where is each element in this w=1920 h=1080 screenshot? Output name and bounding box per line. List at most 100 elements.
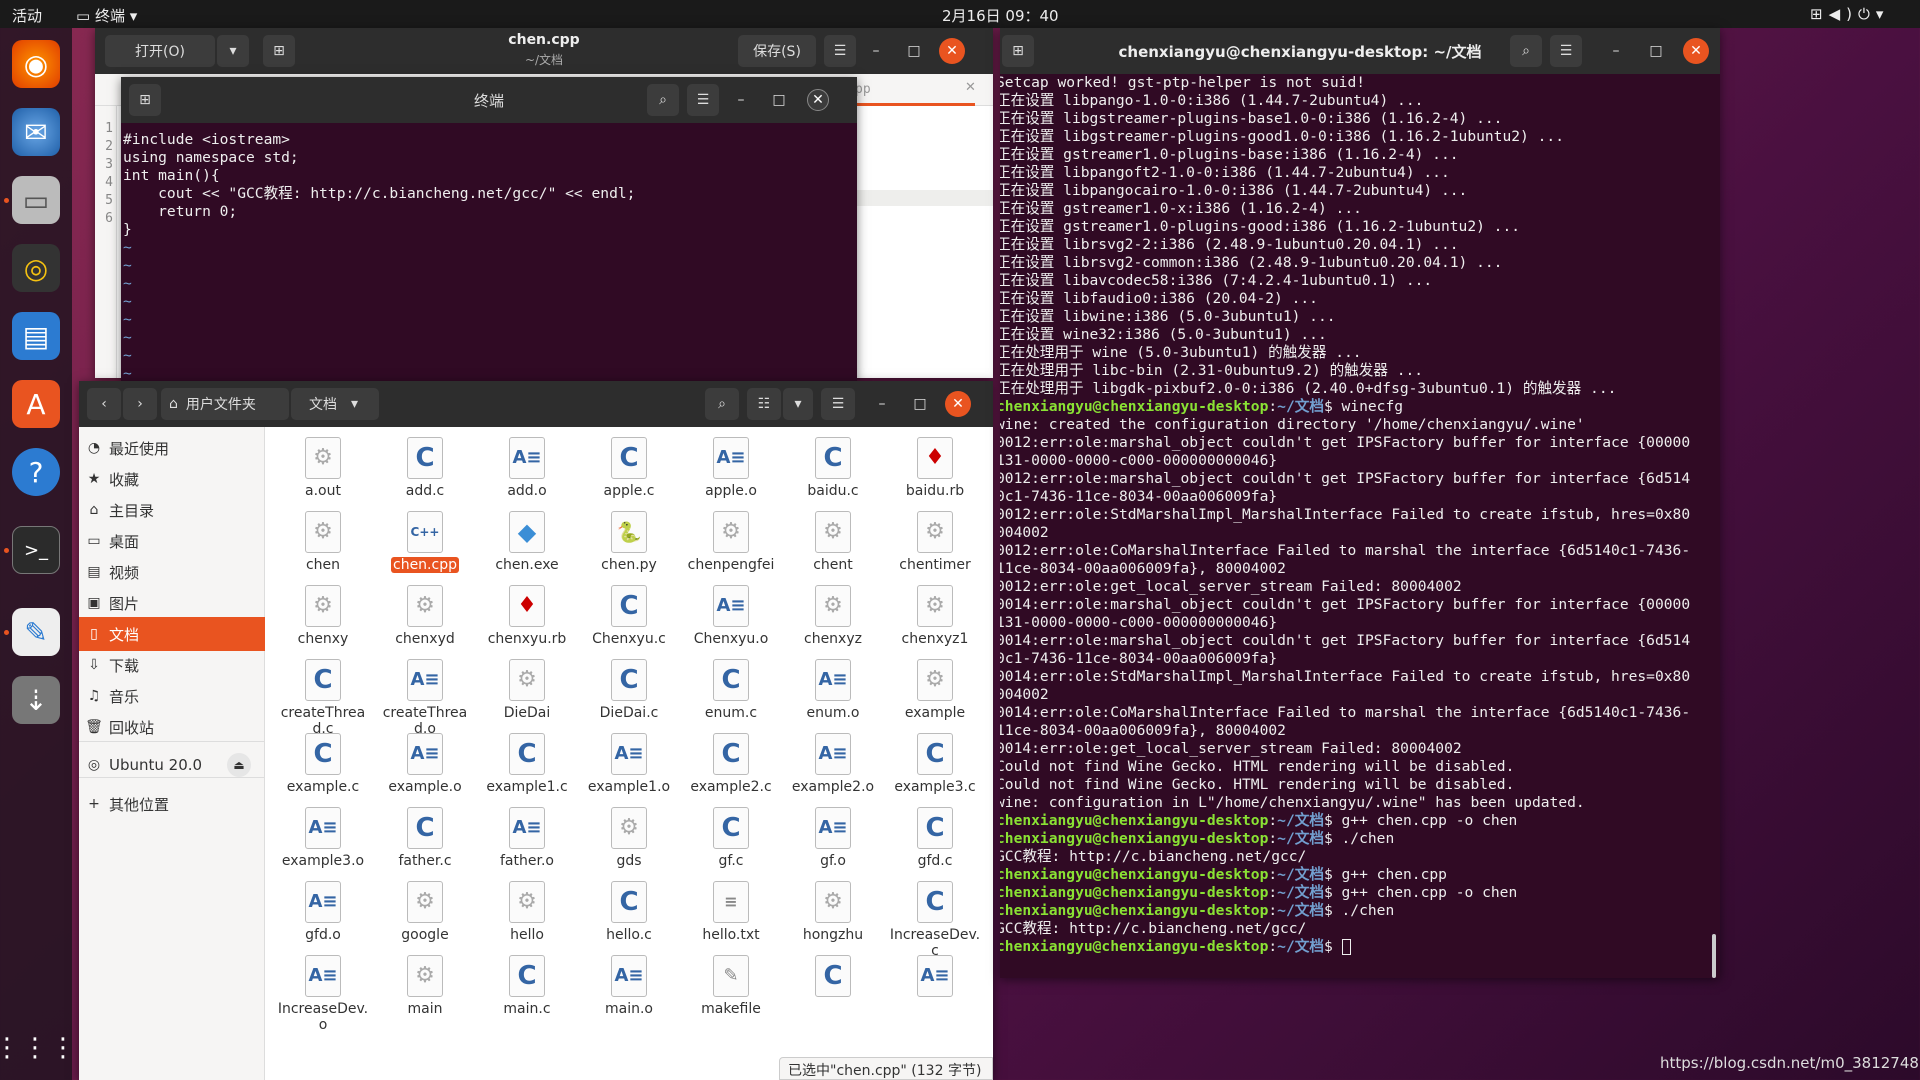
maximize-icon[interactable]: □ xyxy=(901,38,927,64)
sidebar-item[interactable]: ⌂ 主目录 xyxy=(79,493,265,527)
close-icon[interactable]: ✕ xyxy=(807,89,829,111)
file-item[interactable]: Cexample2.c xyxy=(681,733,781,795)
help-icon[interactable]: ? xyxy=(12,448,60,496)
sidebar-item[interactable]: ▣ 图片 xyxy=(79,586,265,620)
file-item[interactable]: A≡ example1.o xyxy=(579,733,679,795)
file-item[interactable]: ⚙ google xyxy=(375,881,475,943)
breadcrumb-home[interactable]: ⌂ 用户文件夹 xyxy=(161,388,289,420)
file-item[interactable]: Cbaidu.c xyxy=(783,437,883,499)
file-item[interactable]: Cexample3.c xyxy=(885,733,985,795)
back-icon[interactable]: ‹ xyxy=(87,388,121,420)
file-item[interactable]: CcreateThread.c xyxy=(273,659,373,737)
file-item[interactable]: A≡ example.o xyxy=(375,733,475,795)
tab-fragment[interactable]: pp xyxy=(855,82,871,97)
app-menu[interactable]: ▭ 终端 ▾ xyxy=(76,5,137,26)
clock[interactable]: 2月16日 09：40 xyxy=(942,5,1059,26)
file-item[interactable]: ⚙ chenxyz xyxy=(783,585,883,647)
minimize-icon[interactable]: – xyxy=(1603,38,1629,64)
system-tray[interactable]: ⊞◀)⏻▾ xyxy=(1810,5,1889,23)
file-item[interactable]: ♦ baidu.rb xyxy=(885,437,985,499)
file-item[interactable]: 🐍 chen.py xyxy=(579,511,679,573)
file-item[interactable]: Cexample.c xyxy=(273,733,373,795)
tab-close-icon[interactable]: ✕ xyxy=(965,80,976,95)
firefox-icon[interactable]: ◉ xyxy=(12,40,60,88)
minimize-icon[interactable]: – xyxy=(728,87,754,113)
file-item[interactable]: ≡ hello.txt xyxy=(681,881,781,943)
file-item[interactable]: ⚙ DieDai xyxy=(477,659,577,721)
usb-icon[interactable]: ⇣ xyxy=(12,676,60,724)
file-item[interactable]: A≡ gfd.o xyxy=(273,881,373,943)
file-item[interactable]: ⚙ chenxy xyxy=(273,585,373,647)
file-item[interactable]: C Chenxyu.c xyxy=(579,585,679,647)
breadcrumb-docs[interactable]: 文档 ▾ xyxy=(291,388,379,420)
main-terminal-output[interactable]: Setcap worked! gst-ptp-helper is not sui… xyxy=(1000,74,1720,978)
new-tab-icon[interactable]: ⊞ xyxy=(1002,35,1034,67)
file-item[interactable]: ⚙ gds xyxy=(579,807,679,869)
sidebar-item[interactable]: ▯ 文档 xyxy=(79,617,265,651)
file-item[interactable]: ⚙ a.out xyxy=(273,437,373,499)
scrollbar-thumb[interactable] xyxy=(1712,934,1716,978)
file-item[interactable]: A≡ IncreaseDev.o xyxy=(273,955,373,1033)
show-apps-icon[interactable]: ⋮⋮⋮ xyxy=(0,1024,76,1072)
file-item[interactable]: C DieDai.c xyxy=(579,659,679,721)
file-item[interactable]: C IncreaseDev.c xyxy=(885,881,985,959)
activities-button[interactable]: 活动 xyxy=(12,5,42,26)
file-item[interactable]: Cmain.c xyxy=(477,955,577,1017)
file-item[interactable]: ♦ chenxyu.rb xyxy=(477,585,577,647)
file-item[interactable]: Cgfd.c xyxy=(885,807,985,869)
scrollbar[interactable] xyxy=(1714,74,1720,978)
close-icon[interactable]: ✕ xyxy=(1683,38,1709,64)
file-item[interactable]: ⚙ hello xyxy=(477,881,577,943)
file-item[interactable]: ⚙ chenxyd xyxy=(375,585,475,647)
file-item[interactable]: A≡ example3.o xyxy=(273,807,373,869)
vim-editor[interactable]: #include <iostream> using namespace std; i… xyxy=(121,123,857,382)
sidebar-item[interactable]: ♫ 音乐 xyxy=(79,679,265,713)
file-item[interactable]: Cgf.c xyxy=(681,807,781,869)
sidebar-item[interactable]: ▤ 视频 xyxy=(79,555,265,589)
list-view-icon[interactable]: ☷ xyxy=(747,388,781,420)
minimize-icon[interactable]: – xyxy=(869,391,895,417)
file-item[interactable]: ⚙ main xyxy=(375,955,475,1017)
eject-icon[interactable]: ⏏ xyxy=(227,753,251,777)
file-item[interactable]: C xyxy=(783,955,883,1017)
file-item[interactable]: ⚙ hongzhu xyxy=(783,881,883,943)
rhythmbox-icon[interactable]: ◎ xyxy=(12,244,60,292)
files-icon[interactable]: ▭ xyxy=(12,176,60,224)
file-item[interactable]: ◆ chen.exe xyxy=(477,511,577,573)
file-item[interactable]: ⚙ chentimer xyxy=(885,511,985,573)
software-icon[interactable]: A xyxy=(12,380,60,428)
file-item[interactable]: A≡ Chenxyu.o xyxy=(681,585,781,647)
sidebar-item[interactable]: ★ 收藏 xyxy=(79,462,265,496)
close-icon[interactable]: ✕ xyxy=(939,38,965,64)
search-icon[interactable]: ⌕ xyxy=(1510,35,1542,67)
maximize-icon[interactable]: □ xyxy=(766,87,792,113)
menu-icon[interactable]: ☰ xyxy=(1550,35,1582,67)
file-item[interactable]: A≡ father.o xyxy=(477,807,577,869)
file-item[interactable]: A≡ gf.o xyxy=(783,807,883,869)
file-item[interactable]: A≡ createThread.o xyxy=(375,659,475,737)
file-item[interactable]: ⚙ chenpengfei xyxy=(681,511,781,573)
file-item[interactable]: C++ chen.cpp xyxy=(375,511,475,573)
file-item[interactable]: ⚙ chen xyxy=(273,511,373,573)
view-options-icon[interactable]: ▾ xyxy=(783,388,813,420)
file-item[interactable]: Cadd.c xyxy=(375,437,475,499)
close-icon[interactable]: ✕ xyxy=(945,391,971,417)
sidebar-item[interactable]: ▭ 桌面 xyxy=(79,524,265,558)
search-icon[interactable]: ⌕ xyxy=(705,388,739,420)
sidebar-item[interactable]: + 其他位置 xyxy=(79,787,265,821)
file-item[interactable]: A≡ apple.o xyxy=(681,437,781,499)
file-item[interactable]: Cenum.c xyxy=(681,659,781,721)
file-item[interactable]: Cfather.c xyxy=(375,807,475,869)
file-item[interactable]: ✎ makefile xyxy=(681,955,781,1017)
forward-icon[interactable]: › xyxy=(123,388,157,420)
thunderbird-icon[interactable]: ✉ xyxy=(12,108,60,156)
sidebar-item[interactable]: ◔ 最近使用 xyxy=(79,431,265,465)
search-icon[interactable]: ⌕ xyxy=(647,84,679,116)
sidebar-item[interactable]: ⇩ 下载 xyxy=(79,648,265,682)
file-item[interactable]: Capple.c xyxy=(579,437,679,499)
writer-icon[interactable]: ▤ xyxy=(12,312,60,360)
maximize-icon[interactable]: □ xyxy=(1643,38,1669,64)
file-item[interactable]: ⚙ chenxyz1 xyxy=(885,585,985,647)
terminal-dock-icon[interactable]: >_ xyxy=(12,526,60,574)
file-item[interactable]: Chello.c xyxy=(579,881,679,943)
